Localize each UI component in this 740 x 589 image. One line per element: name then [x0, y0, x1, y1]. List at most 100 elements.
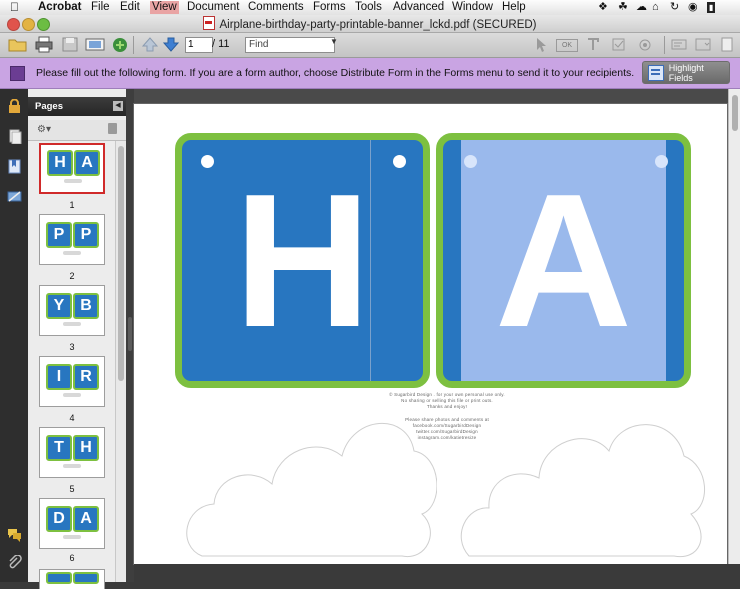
open-folder-icon[interactable]	[8, 36, 28, 53]
save-icon[interactable]	[60, 36, 80, 53]
page-thumbnail-7[interactable]	[39, 569, 105, 589]
thumbnail-letter: P	[46, 222, 72, 248]
select-cursor-icon[interactable]	[533, 36, 549, 53]
document-bottom-gap	[134, 564, 740, 582]
print-icon[interactable]	[34, 36, 54, 53]
thumbnail-cloud	[63, 393, 81, 397]
navigation-strip	[0, 89, 28, 582]
thumbnail-letter: P	[73, 222, 99, 248]
page-thumbnail-3[interactable]: Y B	[39, 285, 105, 336]
main-toolbar: OK	[0, 33, 740, 58]
menu-bar:  Acrobat File Edit View Document Commen…	[0, 0, 740, 16]
menu-help[interactable]: Help	[502, 1, 526, 14]
battery-icon[interactable]: ▮	[707, 2, 716, 13]
page-number-label: 1	[69, 200, 75, 210]
find-input[interactable]: Find	[245, 37, 335, 53]
menu-tools[interactable]: Tools	[355, 1, 382, 14]
comments-icon[interactable]	[7, 527, 22, 542]
page-number-label: 3	[69, 342, 75, 352]
thumbnail-cloud	[64, 179, 82, 183]
radio-tool-icon[interactable]	[636, 36, 654, 53]
window-titlebar: Airplane-birthday-party-printable-banner…	[0, 15, 740, 33]
pages-panel-title: Pages	[35, 101, 63, 112]
thumbnail-cloud	[63, 464, 81, 468]
checkbox-tool-icon[interactable]	[610, 36, 628, 53]
page-thumbnail-4[interactable]: I R	[39, 356, 105, 407]
splitter-grip[interactable]	[128, 317, 132, 351]
thumbnail-cloud	[63, 322, 81, 326]
page-thumbnail-5[interactable]: T H	[39, 427, 105, 478]
next-page-icon[interactable]	[162, 36, 180, 53]
evernote-icon[interactable]: ☘	[618, 0, 628, 15]
banner-letter-a: A	[494, 154, 633, 367]
banner-letter-h: H	[233, 154, 372, 367]
window-title: Airplane-birthday-party-printable-banner…	[0, 16, 740, 31]
menu-forms[interactable]: Forms	[313, 1, 346, 14]
banner-flag-a[interactable]: A	[436, 133, 691, 388]
page-thumbnail-6[interactable]: D A	[39, 498, 105, 549]
menu-app-name[interactable]: Acrobat	[38, 1, 81, 14]
time-machine-icon[interactable]: ↻	[670, 0, 679, 15]
window-title-text: Airplane-birthday-party-printable-banner…	[219, 19, 537, 31]
menu-view[interactable]: View	[150, 1, 179, 14]
pdf-page: H A © Sugarbird Design . for your own pe…	[134, 104, 727, 564]
security-lock-icon[interactable]	[7, 99, 22, 114]
thumbnail-letter: H	[73, 435, 99, 461]
find-dropdown-icon[interactable]: ▼	[330, 37, 338, 46]
list-box-tool-icon[interactable]	[670, 36, 688, 53]
pages-panel-icon[interactable]	[7, 129, 22, 144]
menu-comments[interactable]: Comments	[248, 1, 304, 14]
form-notification-message: Please fill out the following form. If y…	[36, 67, 635, 79]
thumbnail-letter: H	[47, 150, 73, 176]
panel-splitter[interactable]	[126, 89, 134, 582]
cloud-outline-left	[186, 423, 437, 557]
email-icon[interactable]	[85, 36, 105, 53]
document-scrollbar[interactable]	[728, 89, 740, 564]
page-count-label: / 11	[212, 38, 230, 50]
bookmarks-icon[interactable]	[7, 159, 22, 174]
thumbnail-letter: T	[46, 435, 72, 461]
thumbnail-letter: Y	[46, 293, 72, 319]
delete-page-icon[interactable]	[108, 123, 117, 134]
thumbnail-letter	[73, 572, 99, 584]
thumbnail-letter: D	[46, 506, 72, 532]
cloud-icon[interactable]: ☁	[636, 0, 647, 15]
thumbnails-scroll-thumb[interactable]	[118, 146, 124, 381]
highlight-fields-icon	[648, 64, 664, 81]
menu-edit[interactable]: Edit	[120, 1, 140, 14]
menu-window[interactable]: Window	[452, 1, 493, 14]
home-icon[interactable]: ⌂	[652, 0, 659, 15]
collapse-panel-icon[interactable]: ◀	[113, 101, 123, 111]
toolbar-separator	[664, 36, 665, 54]
page-thumbnail-1[interactable]: H A	[39, 143, 105, 194]
thumbnail-letter: A	[73, 506, 99, 532]
thumbnail-letter: I	[46, 364, 72, 390]
thumbnail-letter: R	[73, 364, 99, 390]
apple-icon[interactable]: 	[10, 0, 19, 14]
options-gear-icon[interactable]: ⚙▾	[37, 124, 51, 135]
menu-document[interactable]: Document	[187, 1, 239, 14]
page-number-label: 4	[69, 413, 75, 423]
signatures-icon[interactable]	[7, 189, 22, 204]
document-scroll-thumb[interactable]	[732, 95, 738, 131]
previous-page-icon[interactable]	[141, 36, 159, 53]
ok-button-tool-icon[interactable]: OK	[556, 39, 578, 52]
thumbnail-cloud	[63, 251, 81, 255]
menu-advanced[interactable]: Advanced	[393, 1, 444, 14]
combo-box-tool-icon[interactable]	[694, 36, 712, 53]
page-number-label: 6	[69, 553, 75, 563]
wifi-icon[interactable]: ◉	[688, 0, 698, 15]
menu-file[interactable]: File	[91, 1, 110, 14]
thumbnail-letter	[46, 572, 72, 584]
page-thumbnail-2[interactable]: P P	[39, 214, 105, 265]
highlight-fields-button[interactable]: Highlight Fields	[642, 61, 730, 84]
dropbox-icon[interactable]: ❖	[598, 0, 608, 15]
document-tool-icon[interactable]	[718, 36, 736, 53]
page-number-label: 2	[69, 271, 75, 281]
page-number-input[interactable]: 1	[185, 37, 213, 53]
banner-flag-h: H	[175, 133, 430, 388]
collaborate-icon[interactable]	[110, 36, 130, 53]
text-field-tool-icon[interactable]	[584, 36, 602, 53]
attachments-paperclip-icon[interactable]	[7, 555, 22, 570]
pages-panel-toolbar: ⚙▾	[28, 120, 126, 141]
